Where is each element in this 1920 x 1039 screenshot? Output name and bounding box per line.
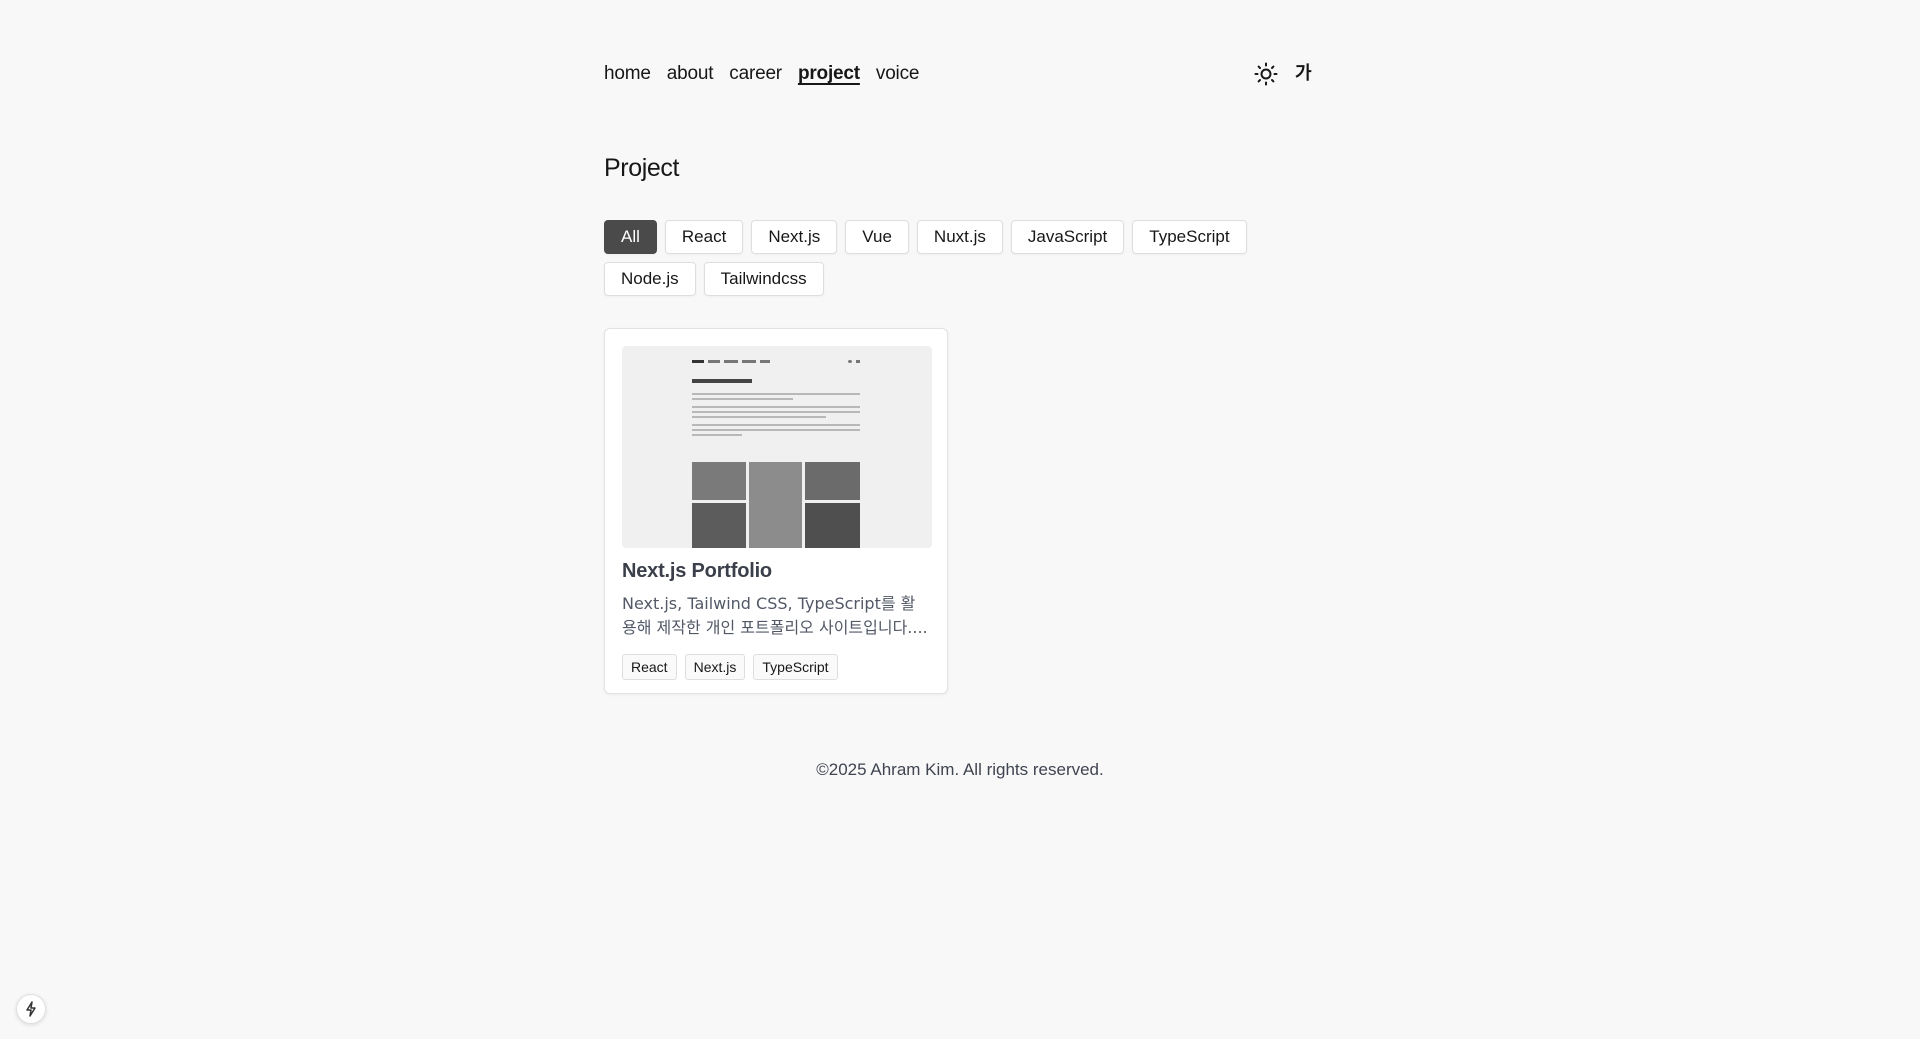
filter-javascript-button[interactable]: JavaScript [1010, 220, 1125, 254]
filter-typescript-button[interactable]: TypeScript [1132, 220, 1247, 254]
filter-vue-button[interactable]: Vue [845, 220, 909, 254]
project-title: Next.js Portfolio [622, 560, 772, 582]
bolt-icon [26, 1001, 36, 1017]
filter-tailwindcss-button[interactable]: Tailwindcss [703, 262, 824, 296]
page: home about career project voice 가 Projec… [0, 0, 1920, 1039]
project-tag: Next.js [684, 654, 746, 680]
footer-copyright: ©2025 Ahram Kim. All rights reserved. [816, 760, 1104, 779]
project-tags: React Next.js TypeScript [622, 654, 930, 680]
thumbnail-photo [805, 503, 860, 548]
dev-tools-button[interactable] [16, 994, 46, 1024]
filter-react-button[interactable]: React [664, 220, 744, 254]
thumbnail-photo [805, 462, 860, 500]
project-tag: React [622, 654, 677, 680]
filter-nodejs-button[interactable]: Node.js [604, 262, 696, 296]
nav-link-about[interactable]: about [667, 63, 714, 85]
header-actions: 가 [1252, 60, 1312, 88]
theme-toggle-button[interactable] [1252, 60, 1280, 88]
sun-icon [1254, 62, 1278, 86]
nav-link-career[interactable]: career [729, 63, 782, 85]
filter-nuxtjs-button[interactable]: Nuxt.js [916, 220, 1003, 254]
project-description: Next.js, Tailwind CSS, TypeScript를 활용해 제… [622, 594, 928, 637]
project-card[interactable]: Next.js Portfolio Next.js, Tailwind CSS,… [604, 328, 948, 694]
filter-all-button[interactable]: All [604, 220, 657, 254]
language-toggle-button[interactable]: 가 [1295, 60, 1312, 88]
filter-nextjs-button[interactable]: Next.js [751, 220, 838, 254]
nav-link-project[interactable]: project [798, 63, 860, 85]
nav-link-home[interactable]: home [604, 63, 651, 85]
thumbnail-photo [749, 462, 802, 548]
main-nav: home about career project voice [604, 60, 919, 88]
project-tag: TypeScript [753, 654, 838, 680]
nav-link-voice[interactable]: voice [876, 63, 920, 85]
thumbnail-photo [692, 462, 746, 500]
thumbnail-photo [692, 503, 746, 548]
project-thumbnail [622, 346, 932, 548]
page-title: Project [604, 154, 680, 182]
filter-tags: All React Next.js Vue Nuxt.js JavaScript… [604, 220, 1284, 296]
thumbnail-preview [692, 360, 860, 436]
